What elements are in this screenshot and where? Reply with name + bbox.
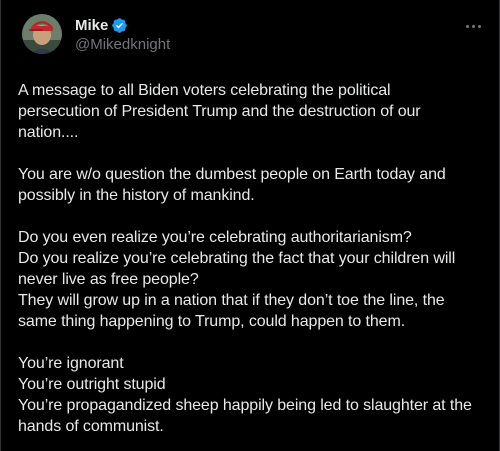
tweet-paragraph: Do you even realize you’re celebrating a… xyxy=(18,227,483,332)
tweet-paragraph: You are w/o question the dumbest people … xyxy=(18,164,483,206)
tweet-line: Do you realize you’re celebrating the fa… xyxy=(18,250,456,267)
avatar-image xyxy=(22,14,62,54)
tweet-line: hands of communist. xyxy=(18,418,164,435)
tweet-line: You’re ignorant xyxy=(18,355,124,372)
name-row: Mike xyxy=(75,16,170,35)
tweet-card: Mike @Mikedknight A message to all Biden… xyxy=(0,0,500,451)
tweet-header: Mike @Mikedknight xyxy=(18,14,483,58)
tweet-line: persecution of President Trump and the d… xyxy=(18,103,421,120)
tweet-text: A message to all Biden voters celebratin… xyxy=(18,80,483,437)
author-names: Mike @Mikedknight xyxy=(75,16,170,53)
tweet-line: You’re propagandized sheep happily being… xyxy=(18,397,472,414)
author-display-name[interactable]: Mike xyxy=(75,17,108,34)
tweet-line: nation.... xyxy=(18,124,79,141)
more-options-icon[interactable] xyxy=(463,16,483,36)
tweet-line: Do you even realize you’re celebrating a… xyxy=(18,229,412,246)
tweet-line: possibly in the history of mankind. xyxy=(18,187,255,204)
tweet-line: You’re outright stupid xyxy=(18,376,166,393)
tweet-line: You are w/o question the dumbest people … xyxy=(18,166,446,183)
avatar[interactable] xyxy=(22,14,62,54)
tweet-line: They will grow up in a nation that if th… xyxy=(18,292,445,309)
tweet-line: never live as free people? xyxy=(18,271,199,288)
tweet-line: A message to all Biden voters celebratin… xyxy=(18,82,391,99)
author-handle[interactable]: @Mikedknight xyxy=(75,36,170,53)
tweet-paragraph: A message to all Biden voters celebratin… xyxy=(18,80,483,143)
tweet-paragraph: You’re ignorant You’re outright stupid Y… xyxy=(18,353,483,437)
tweet-line: same thing happening to Trump, could hap… xyxy=(18,313,406,330)
verified-badge-icon xyxy=(111,17,128,34)
